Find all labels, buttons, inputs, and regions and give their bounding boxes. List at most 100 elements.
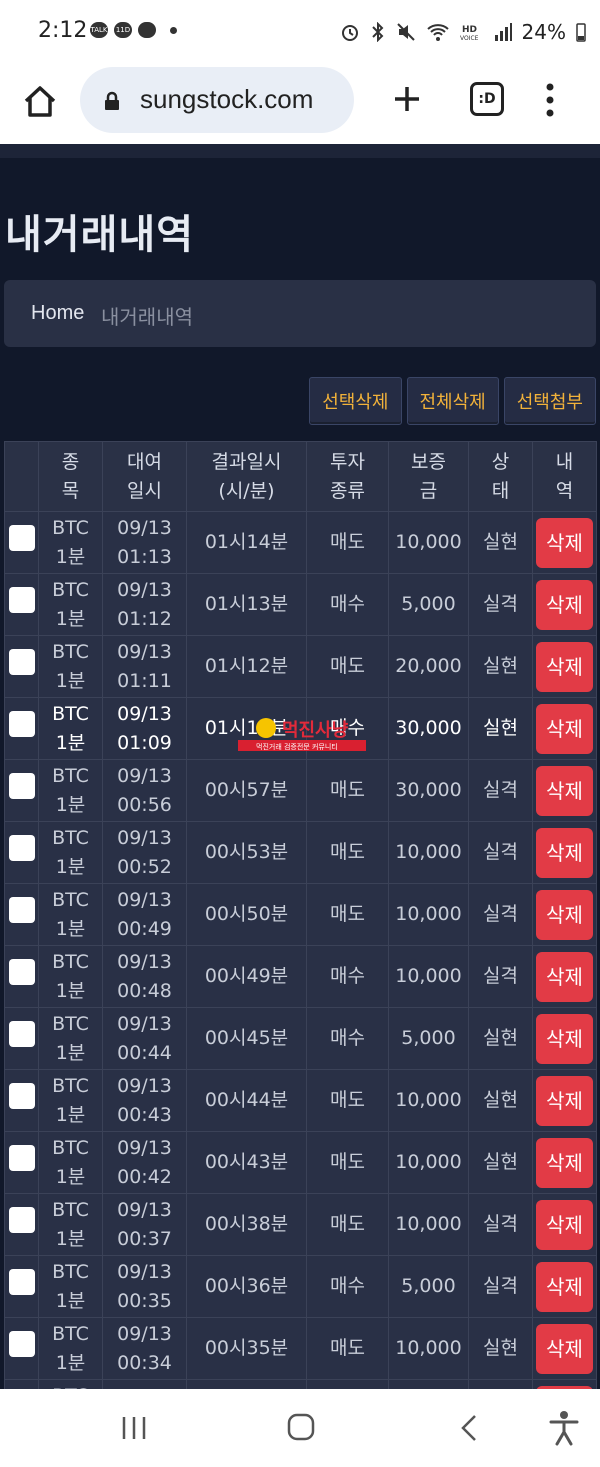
delete-row-button[interactable]: 삭제 [536,1261,593,1312]
new-tab-icon[interactable] [392,84,422,114]
status-cell: 실현 [468,511,533,574]
delete-selected-button[interactable]: 선택삭제 [309,377,402,425]
rent-time-cell: 09/13 01:13 [102,511,187,574]
deposit-cell: 30,000 [388,697,469,760]
row-checkbox-cell [4,1069,39,1132]
status-cell: 실현 [468,1069,533,1132]
breadcrumb: Home 내거래내역 [4,280,596,347]
invest-type-cell: 매도 [306,821,389,884]
attach-selected-button[interactable]: 선택첨부 [503,377,596,425]
deposit-cell: 10,000 [388,1131,469,1194]
detail-cell: 삭제 [532,1069,597,1132]
delete-row-button[interactable]: 삭제 [536,703,593,754]
row-checkbox[interactable] [8,773,35,799]
rent-time-cell: 09/13 00:35 [102,1255,187,1318]
result-time-cell: 01시13분 [186,573,307,636]
status-bar: 2:12 TALK 11D HD VOICE 24% [0,0,600,62]
row-checkbox-cell [4,573,39,636]
delete-row-button[interactable]: 삭제 [536,1075,593,1126]
detail-cell: 삭제 [532,759,597,822]
tab-switcher-button[interactable]: :D [470,82,504,116]
home-icon[interactable] [20,82,60,122]
table-row: BTC1분09/11 삭제 [4,1379,597,1389]
row-checkbox-cell [4,635,39,698]
accessibility-icon[interactable] [548,1410,580,1446]
breadcrumb-current: 내거래내역 [101,305,193,329]
symbol-cell: BTC1분 [38,1379,103,1389]
rent-time-cell: 09/13 01:11 [102,635,187,698]
row-checkbox[interactable] [8,587,35,613]
delete-row-button[interactable]: 삭제 [536,1323,593,1374]
recent-apps-icon[interactable] [120,1414,148,1442]
invest-type-cell: 매도 [306,759,389,822]
symbol-cell: BTC1분 [38,1131,103,1194]
result-time-cell: 01시12분 [186,635,307,698]
row-checkbox[interactable] [8,711,35,737]
row-checkbox-cell [4,883,39,946]
row-checkbox-cell [4,945,39,1008]
more-menu-icon[interactable] [545,82,555,118]
back-icon[interactable] [458,1414,480,1442]
invest-type-cell: 매도 [306,1131,389,1194]
row-checkbox[interactable] [8,959,35,985]
status-time: 2:12 [38,18,88,43]
browser-toolbar: sungstock.com :D [0,62,600,144]
table-row: BTC 1분 09/13 00:43 00시44분 매도 10,000 실현 삭제 [4,1069,597,1132]
invest-type-cell [306,1379,389,1389]
detail-cell: 삭제 [532,883,597,946]
deposit-cell: 5,000 [388,573,469,636]
row-checkbox[interactable] [8,1331,35,1357]
row-checkbox[interactable] [8,1021,35,1047]
delete-row-button[interactable]: 삭제 [536,827,593,878]
row-checkbox-cell [4,1255,39,1318]
status-cell: 실격 [468,945,533,1008]
table-row: BTC 1분 09/13 00:35 00시36분 매수 5,000 실격 삭제 [4,1255,597,1318]
result-time-cell: 01시14분 [186,511,307,574]
table-header-row: 종목 대여 일시 결과일시 (시/분) 투자 종류 보증 금 상태 내역 [4,441,597,512]
url-bar[interactable]: sungstock.com [80,67,354,133]
rent-time-cell: 09/13 00:48 [102,945,187,1008]
status-cell: 실격 [468,1193,533,1256]
symbol-cell: BTC1분 [38,821,103,884]
table-row: BTC 1분 09/13 00:44 00시45분 매수 5,000 실현 삭제 [4,1007,597,1070]
row-checkbox[interactable] [8,1269,35,1295]
rent-time-cell: 09/13 00:49 [102,883,187,946]
delete-row-button[interactable]: 삭제 [536,517,593,568]
delete-row-button[interactable]: 삭제 [536,889,593,940]
deposit-cell: 10,000 [388,1317,469,1380]
row-checkbox[interactable] [8,1083,35,1109]
row-checkbox[interactable] [8,649,35,675]
row-checkbox-cell [4,759,39,822]
row-checkbox[interactable] [8,835,35,861]
row-checkbox[interactable] [8,1207,35,1233]
delete-row-button[interactable]: 삭제 [536,579,593,630]
delete-row-button[interactable]: 삭제 [536,641,593,692]
result-time-cell: 00시57분 [186,759,307,822]
status-cell: 실격 [468,1255,533,1318]
row-checkbox[interactable] [8,525,35,551]
delete-row-button[interactable]: 삭제 [536,1013,593,1064]
delete-row-button[interactable]: 삭제 [536,951,593,1002]
rent-time-cell: 09/11 [102,1379,187,1389]
deposit-cell: 20,000 [388,635,469,698]
invest-type-cell: 매수 [306,573,389,636]
delete-row-button[interactable]: 삭제 [536,1199,593,1250]
table-row: BTC 1분 09/13 00:34 00시35분 매도 10,000 실현 삭제 [4,1317,597,1380]
trade-history-table: 종목 대여 일시 결과일시 (시/분) 투자 종류 보증 금 상태 내역 BTC 1분 09… [4,441,597,1389]
delete-row-button[interactable]: 삭제 [536,1137,593,1188]
delete-all-button[interactable]: 전체삭제 [406,377,499,425]
status-right: HD VOICE 24% [340,20,586,44]
row-checkbox[interactable] [8,897,35,923]
wifi-icon [426,24,449,41]
home-icon[interactable] [286,1412,316,1442]
result-time-cell: 00시50분 [186,883,307,946]
table-actions: 선택삭제 전체삭제 선택첨부 [309,377,596,425]
mute-icon [396,23,415,41]
breadcrumb-home-link[interactable]: Home [31,302,84,325]
row-checkbox[interactable] [8,1145,35,1171]
symbol-cell: BTC1분 [38,635,103,698]
rent-time-cell: 09/13 01:12 [102,573,187,636]
delete-row-button[interactable]: 삭제 [536,765,593,816]
symbol-cell: BTC1분 [38,759,103,822]
site-header-strip [0,144,600,158]
